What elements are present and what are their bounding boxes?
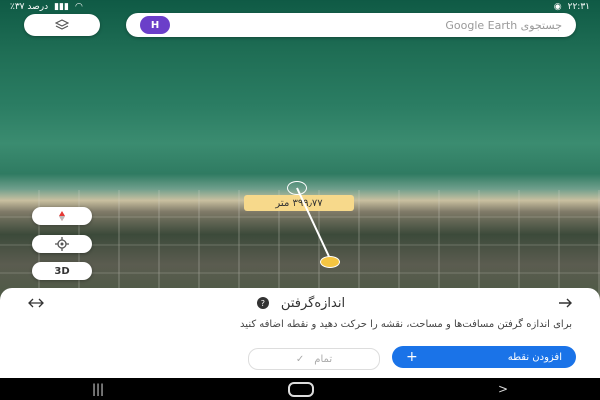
panel-header: ? اندازه‌گرفتن [0,294,600,312]
panel-description: برای اندازه گرفتن مسافت‌ها و مساحت، نقشه… [240,319,572,330]
compass-button[interactable] [32,207,92,225]
recents-icon[interactable]: ||| [92,382,104,396]
measure-point-icon[interactable] [320,256,340,268]
notification-icon: ◉ [553,2,562,12]
system-nav-bar: ||| > [0,378,600,400]
compass-icon [59,211,65,221]
undo-icon[interactable] [28,298,44,308]
search-input[interactable]: جستجوی Google Earth [170,19,576,32]
3d-button[interactable]: 3D [32,262,92,280]
status-right: ◉ ۲۲:۳۱ [554,2,590,12]
back-icon[interactable]: > [498,382,508,396]
status-bar: ٪۳۷ درصد ▮▮▮ ◠ ◉ ۲۲:۳۱ [0,0,600,14]
add-point-label: افزودن نقطه [507,351,562,363]
wifi-icon: ◠ [74,2,83,12]
title-group: ? اندازه‌گرفتن [256,295,346,311]
check-icon: ✓ [295,353,305,365]
panel-title: اندازه‌گرفتن [280,295,346,311]
add-point-button[interactable]: افزودن نقطه + [392,346,576,368]
done-label: تمام [314,353,333,365]
signal-icon: ▮▮▮ [54,2,69,12]
search-bar[interactable]: H جستجوی Google Earth [126,13,576,37]
status-time: ۲۲:۳۱ [567,2,590,12]
done-button[interactable]: تمام ✓ [248,348,380,370]
home-icon[interactable] [288,381,315,397]
plus-icon: + [406,349,418,365]
back-arrow-icon[interactable] [558,298,572,308]
layers-icon [55,19,69,30]
my-location-icon [55,237,69,251]
avatar[interactable]: H [140,16,170,34]
help-icon[interactable]: ? [256,297,269,309]
layers-button[interactable] [24,14,100,36]
distance-label: ۳۹۹٫۷۷ متر [244,195,354,211]
my-location-button[interactable] [32,235,92,253]
battery-text: ٪۳۷ درصد [10,2,49,12]
status-left: ٪۳۷ درصد ▮▮▮ ◠ [10,2,83,12]
